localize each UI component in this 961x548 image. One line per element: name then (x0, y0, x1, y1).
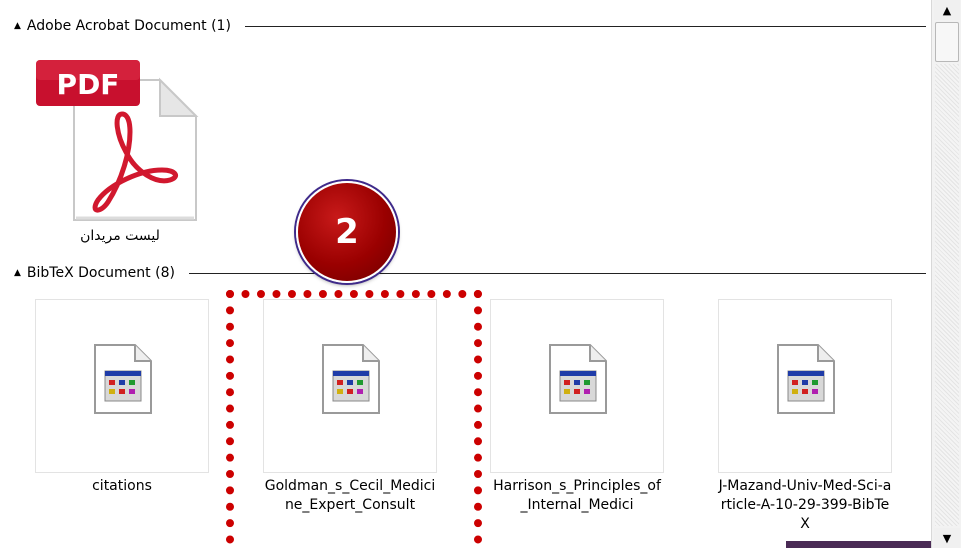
bibtex-file-icon (777, 344, 835, 414)
file-item-label: J-Mazand-Univ-Med-Sci-article-A-10-29-39… (718, 478, 892, 532)
annotation-number-badge: 2 (296, 181, 398, 283)
collapse-caret-icon[interactable]: ▲ (14, 268, 21, 278)
file-item-bibtex[interactable] (35, 299, 209, 473)
file-item-label: Harrison_s_Principles_of_Internal_Medici (493, 478, 661, 513)
annotation-highlight-box (226, 290, 482, 548)
scrollbar-track[interactable] (935, 64, 959, 526)
group-divider (188, 272, 926, 274)
collapse-caret-icon[interactable]: ▲ (14, 21, 21, 31)
group-divider (244, 25, 926, 27)
pdf-file-icon: PDF (36, 60, 199, 221)
scrollbar-thumb[interactable] (935, 22, 959, 62)
group-header-adobe-acrobat[interactable]: ▲ Adobe Acrobat Document (1) (14, 16, 926, 36)
scroll-down-arrow-icon[interactable]: ▼ (934, 528, 960, 548)
bibtex-file-icon (94, 344, 152, 414)
bibtex-file-icon (549, 344, 607, 414)
group-header-label: Adobe Acrobat Document (1) (26, 18, 231, 34)
scroll-up-arrow-icon[interactable]: ▲ (934, 0, 960, 20)
file-item-pdf[interactable]: PDF لیست مریدان (30, 52, 210, 252)
file-item-label: لیست مریدان (80, 228, 160, 244)
group-header-label: BibTeX Document (8) (26, 265, 175, 281)
file-item-bibtex[interactable] (718, 299, 892, 473)
file-item-label: citations (92, 478, 152, 494)
group-header-bibtex[interactable]: ▲ BibTeX Document (8) (14, 263, 926, 283)
file-item-bibtex[interactable] (490, 299, 664, 473)
file-view-content: ▲ Adobe Acrobat Document (1) PDF لیست مر… (0, 0, 931, 548)
svg-text:PDF: PDF (57, 68, 120, 101)
bottom-edge-bar (786, 541, 931, 548)
vertical-scrollbar[interactable]: ▲ ▼ (931, 0, 961, 548)
